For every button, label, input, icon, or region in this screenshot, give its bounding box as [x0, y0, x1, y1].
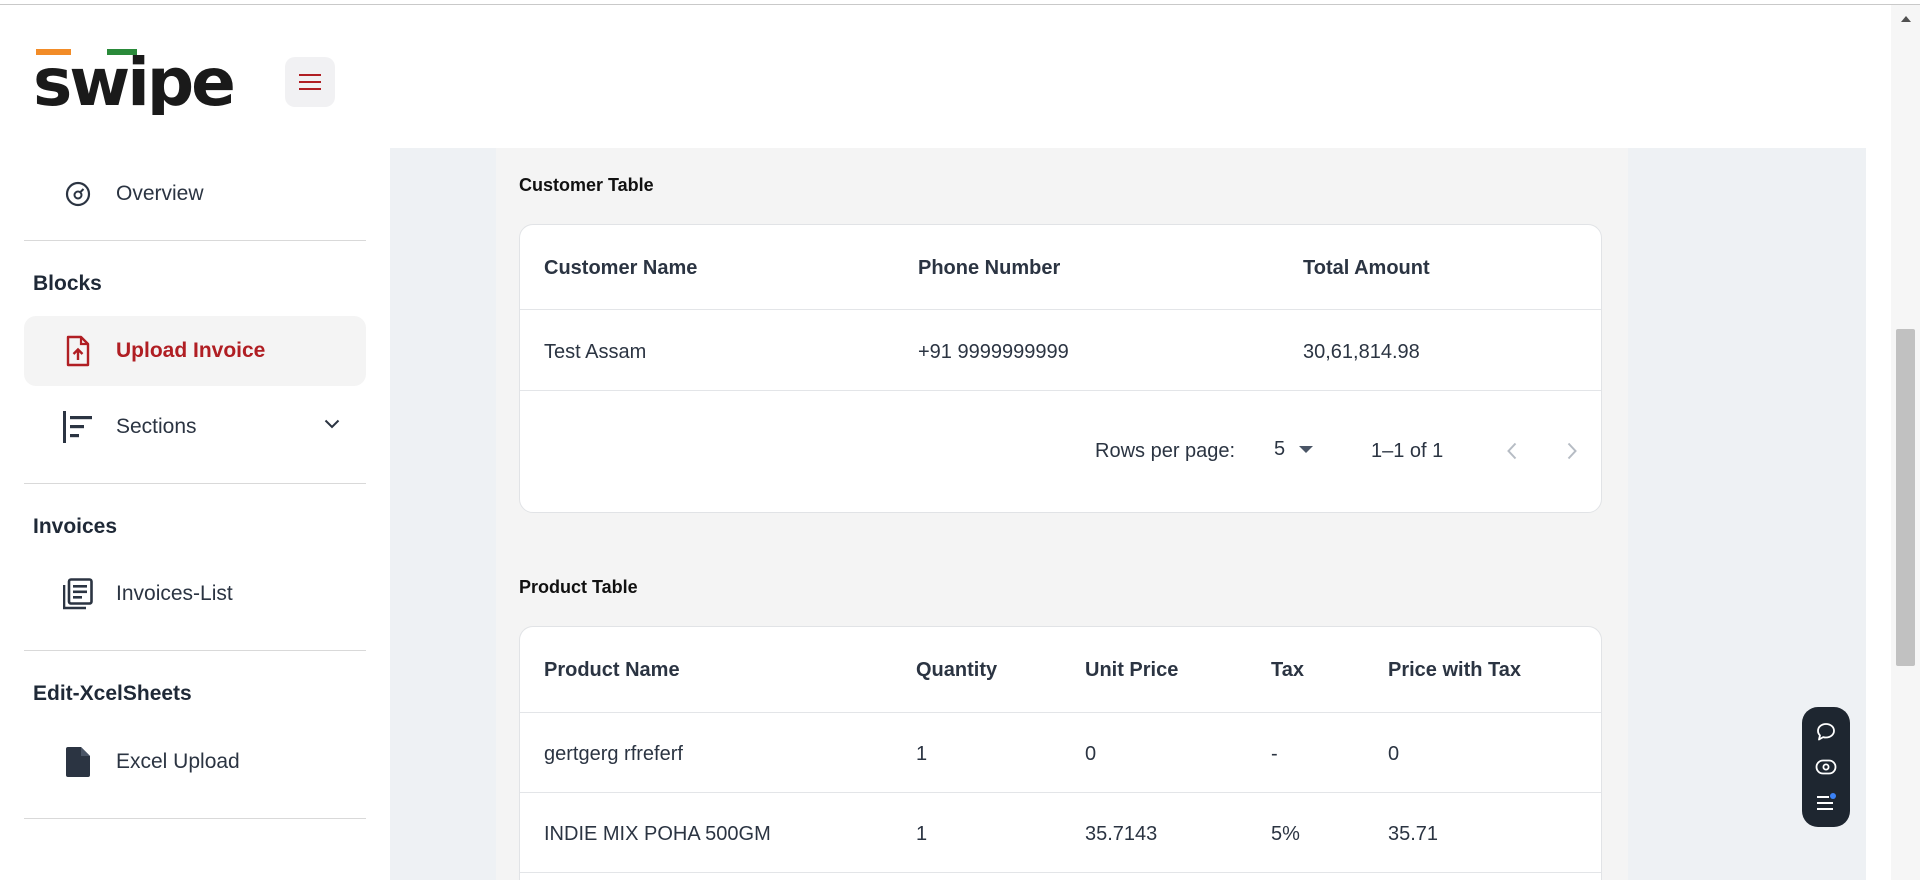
- sidebar-item-excel-upload[interactable]: Excel Upload: [24, 727, 366, 797]
- upload-file-icon: [62, 335, 94, 367]
- sidebar-item-upload-invoice[interactable]: Upload Invoice: [24, 316, 366, 386]
- column-header-price-with-tax[interactable]: Price with Tax: [1388, 659, 1521, 682]
- cell-tax: 5%: [1271, 823, 1300, 845]
- menu-icon: [299, 74, 321, 90]
- sidebar-divider: [24, 483, 366, 484]
- sidebar-item-label: Sections: [116, 415, 197, 438]
- scroll-up-button[interactable]: [1891, 9, 1920, 27]
- sidebar-item-invoices-list[interactable]: Invoices-List: [24, 559, 366, 629]
- sidebar-item-label: Upload Invoice: [116, 339, 266, 362]
- customer-table-title: Customer Table: [519, 175, 654, 195]
- rows-per-page-label: Rows per page:: [1095, 440, 1236, 462]
- sidebar-section-edit-xcelsheets: Edit-XcelSheets: [33, 682, 192, 705]
- sidebar-item-label: Excel Upload: [116, 750, 240, 773]
- cell-price-with-tax: 35.71: [1388, 823, 1439, 845]
- cell-unit-price: 0: [1085, 743, 1097, 765]
- table-row[interactable]: Test Assam +91 9999999999 30,61,814.98: [520, 310, 1601, 391]
- floating-toolbar: [1802, 707, 1850, 827]
- notes-icon[interactable]: [1813, 789, 1839, 815]
- rows-per-page-select[interactable]: 5: [1274, 438, 1313, 461]
- sidebar-divider: [24, 650, 366, 651]
- product-table: Product Name Quantity Unit Price Tax Pri…: [519, 626, 1602, 880]
- app-header: swipe: [0, 5, 1866, 148]
- table-header-row: Product Name Quantity Unit Price Tax Pri…: [520, 627, 1601, 713]
- swipe-logo[interactable]: swipe: [33, 44, 263, 121]
- sidebar-divider: [24, 818, 366, 819]
- sidebar-section-blocks: Blocks: [33, 272, 102, 295]
- cell-total-amount: 30,61,814.98: [1303, 341, 1420, 363]
- previous-page-button[interactable]: [1497, 436, 1527, 466]
- rows-per-page-value: 5: [1274, 438, 1286, 460]
- dropdown-arrow-icon: [1298, 445, 1313, 453]
- file-icon: [62, 746, 94, 778]
- column-header-total-amount[interactable]: Total Amount: [1303, 257, 1430, 280]
- list-icon: [62, 578, 94, 610]
- sections-icon: [62, 411, 94, 443]
- table-row[interactable]: INDIE MIX POHA 500GM 1 35.7143 5% 35.71: [520, 793, 1601, 873]
- pagination-range: 1–1 of 1: [1371, 440, 1444, 462]
- sidebar: Overview Blocks Upload Invoice Sections …: [0, 148, 390, 880]
- customer-table: Customer Name Phone Number Total Amount …: [519, 224, 1602, 513]
- column-header-product-name[interactable]: Product Name: [544, 659, 680, 682]
- chevron-left-icon: [1507, 442, 1517, 460]
- sidebar-divider: [24, 240, 366, 241]
- sidebar-section-invoices: Invoices: [33, 515, 118, 538]
- next-page-button[interactable]: [1557, 436, 1587, 466]
- column-header-quantity[interactable]: Quantity: [916, 659, 997, 682]
- cell-product-name: gertgerg rfreferf: [544, 743, 683, 765]
- menu-toggle-button[interactable]: [285, 57, 335, 107]
- product-table-title: Product Table: [519, 577, 638, 597]
- table-row[interactable]: gertgerg rfreferf 1 0 - 0: [520, 713, 1601, 793]
- scroll-up-arrow-icon: [1900, 15, 1911, 22]
- column-header-unit-price[interactable]: Unit Price: [1085, 659, 1178, 682]
- table-header-row: Customer Name Phone Number Total Amount: [520, 225, 1601, 310]
- sidebar-item-sections[interactable]: Sections: [24, 392, 366, 462]
- cell-customer-name: Test Assam: [544, 341, 647, 363]
- cell-price-with-tax: 0: [1388, 743, 1400, 765]
- sidebar-item-label: Invoices-List: [116, 582, 233, 605]
- scrollbar-thumb[interactable]: [1896, 329, 1915, 666]
- eye-icon[interactable]: [1813, 754, 1839, 780]
- cell-unit-price: 35.7143: [1085, 823, 1158, 845]
- sidebar-item-label: Overview: [116, 182, 204, 205]
- column-header-customer-name[interactable]: Customer Name: [544, 257, 697, 280]
- cell-quantity: 1: [916, 743, 928, 765]
- vertical-scrollbar[interactable]: [1891, 5, 1920, 880]
- chat-icon[interactable]: [1813, 719, 1839, 745]
- gauge-icon: [62, 178, 94, 210]
- column-header-phone-number[interactable]: Phone Number: [918, 257, 1060, 280]
- column-header-tax[interactable]: Tax: [1271, 659, 1304, 682]
- chevron-right-icon: [1567, 442, 1577, 460]
- cell-tax: -: [1271, 743, 1278, 765]
- cell-phone-number: +91 9999999999: [918, 341, 1069, 363]
- sidebar-item-overview[interactable]: Overview: [24, 159, 366, 229]
- chevron-down-icon[interactable]: [324, 416, 340, 434]
- logo-text: swipe: [33, 45, 233, 115]
- cell-product-name: INDIE MIX POHA 500GM: [544, 823, 771, 845]
- cell-quantity: 1: [916, 823, 928, 845]
